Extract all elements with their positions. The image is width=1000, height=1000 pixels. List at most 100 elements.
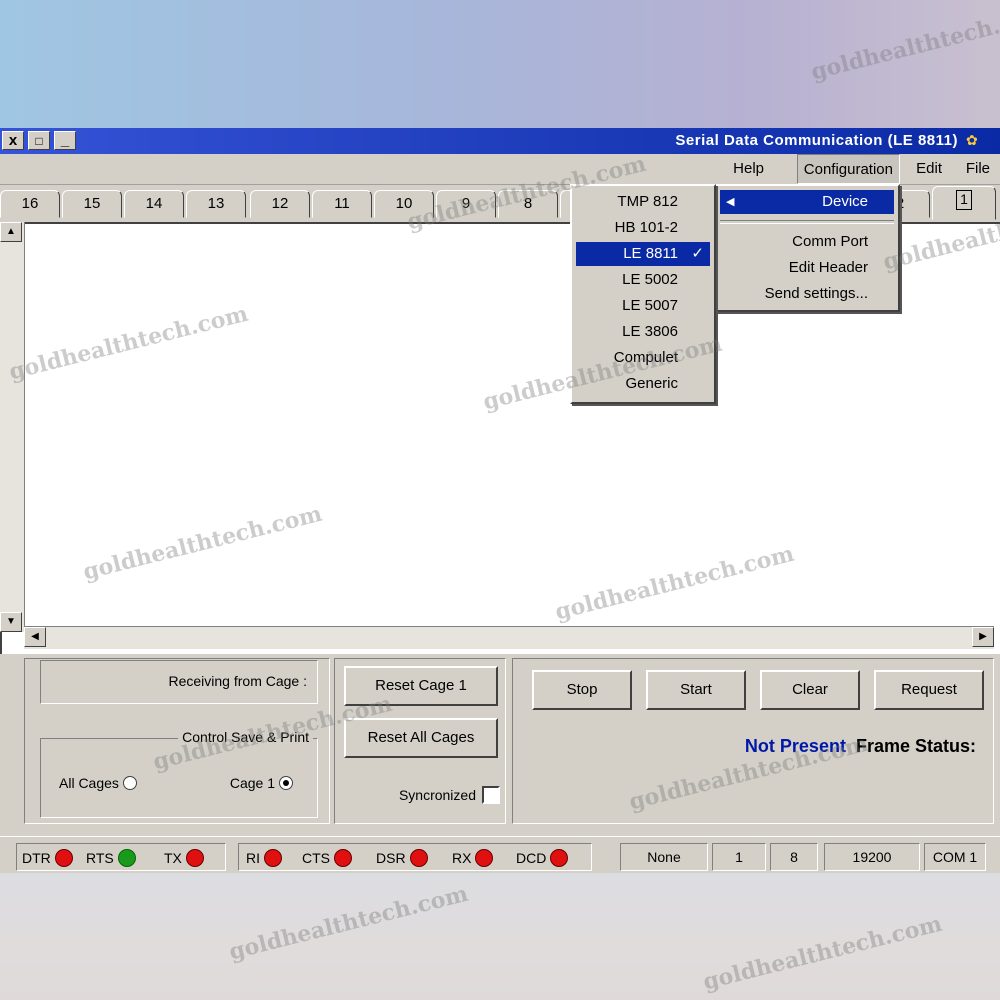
- background-bottom: [0, 872, 1000, 1000]
- syncronized-checkbox[interactable]: Syncronized: [399, 786, 500, 804]
- status-baud: 19200: [824, 843, 920, 871]
- control-save-print-label: Control Save & Print: [178, 729, 313, 745]
- menu-device[interactable]: Device ◀: [720, 190, 894, 214]
- tab-12[interactable]: 12: [250, 190, 310, 218]
- tab-8[interactable]: 8: [498, 190, 558, 218]
- menu-comm-port[interactable]: Comm Port: [720, 230, 894, 254]
- tab-14[interactable]: 14: [124, 190, 184, 218]
- app-icon: ✿: [966, 132, 978, 148]
- menu-edit[interactable]: Edit: [916, 160, 942, 177]
- signal-dsr: DSR: [376, 849, 428, 867]
- signal-ri-label: RI: [246, 850, 260, 866]
- device-generic[interactable]: Generic: [576, 372, 710, 396]
- device-hb-101-2[interactable]: HB 101-2: [576, 216, 710, 240]
- checkmark-icon: ✓: [691, 245, 704, 262]
- frame-status: Not Present Frame Status:: [745, 736, 976, 757]
- device-le-8811[interactable]: LE 8811 ✓: [576, 242, 710, 266]
- cage1-radio-label: Cage 1: [229, 775, 275, 791]
- menu-configuration[interactable]: Configuration: [796, 154, 900, 184]
- request-button[interactable]: Request: [874, 670, 984, 710]
- scroll-right-icon[interactable]: ▶: [972, 627, 994, 647]
- close-icon[interactable]: x: [2, 131, 24, 150]
- tab-10[interactable]: 10: [374, 190, 434, 218]
- scroll-down-icon[interactable]: ▼: [0, 612, 22, 632]
- menu-help[interactable]: Help: [733, 160, 764, 177]
- signal-rx: RX: [452, 849, 494, 867]
- signal-ri: RI: [246, 849, 282, 867]
- signal-dcd: DCD: [516, 849, 569, 867]
- frame-status-label: Frame Status:: [855, 736, 976, 756]
- configuration-menu: Device ◀ Comm Port Edit Header Send sett…: [714, 184, 900, 312]
- status-port: COM 1: [924, 843, 986, 871]
- stop-button[interactable]: Stop: [532, 670, 632, 710]
- frame-status-value: Not Present: [744, 736, 846, 756]
- device-compulet[interactable]: Compulet: [576, 346, 710, 370]
- tab-13[interactable]: 13: [186, 190, 246, 218]
- vertical-scrollbar[interactable]: ▲ ▼: [0, 222, 25, 632]
- status-stopbits: 1: [712, 843, 766, 871]
- cts-led-icon: [334, 849, 352, 867]
- status-parity: None: [620, 843, 708, 871]
- device-le-8811-label: LE 8811: [623, 245, 678, 262]
- status-bar: COM 1 19200 8 1 None DCD RX DSR CTS RI T…: [0, 836, 1000, 873]
- dcd-led-icon: [550, 849, 569, 867]
- signal-dtr-label: DTR: [22, 850, 51, 866]
- menu-edit-header[interactable]: Edit Header: [720, 256, 894, 280]
- signal-rx-label: RX: [452, 850, 472, 866]
- title-bar[interactable]: x □ _ Serial Data Communication (LE 8811…: [0, 128, 1000, 154]
- reset-all-cages-button[interactable]: Reset All Cages: [344, 718, 498, 758]
- signal-dtr: DTR: [22, 849, 73, 867]
- clear-button[interactable]: Clear: [760, 670, 860, 710]
- signal-cts: CTS: [302, 849, 352, 867]
- signal-tx: TX: [164, 849, 204, 867]
- signal-dcd-label: DCD: [516, 850, 547, 866]
- control-save-print-group: Control Save & Print Cage 1 All Cages: [40, 729, 318, 818]
- signal-tx-label: TX: [164, 850, 182, 866]
- syncronized-label: Syncronized: [398, 787, 476, 803]
- start-button[interactable]: Start: [646, 670, 746, 710]
- active-tab-label: 1: [956, 190, 972, 210]
- tab-9[interactable]: 9: [436, 190, 496, 218]
- device-submenu: TMP 812 HB 101-2 LE 8811 ✓ LE 5002 LE 50…: [570, 184, 716, 404]
- device-tmp-812[interactable]: TMP 812: [576, 190, 710, 214]
- window-title: Serial Data Communication (LE 8811): [675, 132, 958, 149]
- reset-cage-button[interactable]: Reset Cage 1: [344, 666, 498, 706]
- device-le-5007[interactable]: LE 5007: [576, 294, 710, 318]
- minimize-icon[interactable]: _: [54, 131, 76, 150]
- signal-cts-label: CTS: [302, 850, 330, 866]
- rts-led-icon: [117, 849, 136, 867]
- dtr-led-icon: [54, 849, 73, 867]
- tab-15[interactable]: 15: [62, 190, 122, 218]
- scroll-up-icon[interactable]: ▲: [0, 222, 22, 242]
- menu-send-settings[interactable]: Send settings...: [720, 282, 894, 306]
- app-window: x □ _ Serial Data Communication (LE 8811…: [0, 128, 1000, 873]
- background-top: [0, 0, 1000, 128]
- menu-bar: File Edit Configuration Help: [0, 154, 1000, 185]
- scroll-left-icon[interactable]: ◀: [24, 627, 46, 647]
- signal-dsr-label: DSR: [376, 850, 406, 866]
- checkbox-icon: [482, 786, 500, 804]
- radio-empty-icon: [122, 776, 137, 790]
- signal-rts-label: RTS: [86, 850, 114, 866]
- rx-led-icon: [475, 849, 494, 867]
- tab-16[interactable]: 16: [0, 190, 60, 218]
- radio-selected-icon: [279, 776, 293, 790]
- maximize-icon[interactable]: □: [28, 131, 50, 150]
- tab-1[interactable]: 1: [932, 186, 996, 220]
- status-databits: 8: [770, 843, 818, 871]
- all-cages-radio-label: All Cages: [59, 775, 119, 791]
- cage1-radio[interactable]: Cage 1: [230, 775, 293, 791]
- receiving-label: Receiving from Cage :: [168, 673, 307, 689]
- dsr-led-icon: [409, 849, 428, 867]
- all-cages-radio[interactable]: All Cages: [59, 775, 137, 791]
- submenu-arrow-icon: ◀: [726, 196, 735, 208]
- horizontal-scrollbar[interactable]: ◀ ▶: [24, 626, 994, 649]
- menu-file[interactable]: File: [966, 160, 990, 177]
- receiving-box: Receiving from Cage :: [40, 660, 318, 704]
- device-le-5002[interactable]: LE 5002: [576, 268, 710, 292]
- device-le-3806[interactable]: LE 3806: [576, 320, 710, 344]
- menu-separator: [720, 220, 894, 224]
- tab-11[interactable]: 11: [312, 190, 372, 218]
- control-panel: Receiving from Cage : Control Save & Pri…: [0, 656, 1000, 826]
- ri-led-icon: [264, 849, 282, 867]
